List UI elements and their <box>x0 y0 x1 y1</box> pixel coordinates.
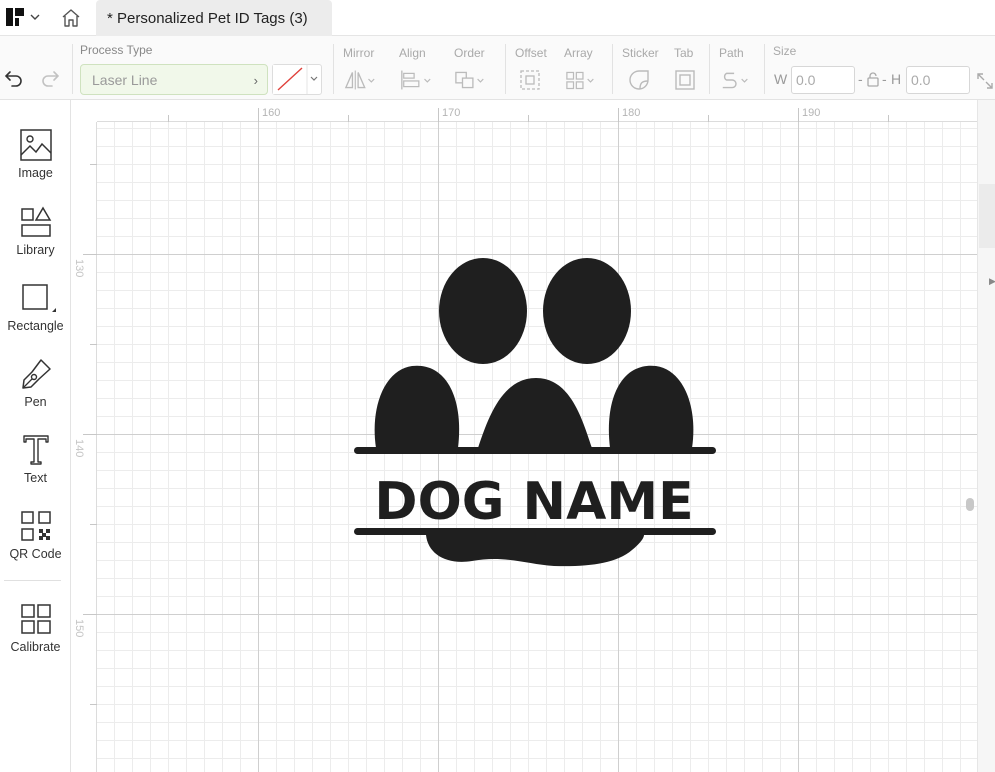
sticker-icon <box>629 70 649 90</box>
array-icon <box>566 71 594 90</box>
tab-document[interactable]: * Personalized Pet ID Tags (3) <box>96 0 332 36</box>
chevron-right-icon: › <box>253 73 258 88</box>
sidebar-item-label: Pen <box>24 395 47 409</box>
sidebar-divider <box>4 580 61 581</box>
sidebar-item-qr-code[interactable]: QR Code <box>0 509 71 579</box>
path-button[interactable] <box>719 68 753 92</box>
scroll-handle[interactable] <box>966 498 974 511</box>
design-canvas[interactable]: 160 170 180 190 130 140 150 DOG NAME ▶ <box>71 100 995 772</box>
width-letter: W <box>774 71 788 87</box>
undo-button[interactable] <box>2 68 36 92</box>
document-title: * Personalized Pet ID Tags (3) <box>107 9 308 27</box>
sidebar-item-label: Rectangle <box>7 319 64 333</box>
offset-label: Offset <box>515 46 547 60</box>
library-icon <box>20 206 51 237</box>
sidebar-item-label: Calibrate <box>10 640 61 654</box>
mirror-icon <box>344 70 375 90</box>
sidebar-item-calibrate[interactable]: Calibrate <box>0 602 71 672</box>
height-value: 0.0 <box>911 72 931 88</box>
toolbar: Process Type Laser Line › Mirror Align O… <box>0 36 995 100</box>
size-dash-left: - <box>858 71 863 87</box>
line-color-picker[interactable] <box>272 64 322 95</box>
calibrate-icon <box>20 604 51 634</box>
process-type-value: Laser Line <box>92 72 158 88</box>
align-label: Align <box>399 46 426 60</box>
pen-icon <box>21 359 51 389</box>
title-bar: * Personalized Pet ID Tags (3) <box>0 0 995 36</box>
order-label: Order <box>454 46 485 60</box>
sidebar-item-rectangle[interactable]: Rectangle <box>0 281 71 351</box>
ruler-tick-label: 170 <box>442 107 461 119</box>
home-button[interactable] <box>58 6 84 30</box>
ruler-left: 130 140 150 <box>71 100 97 772</box>
process-type-label: Process Type <box>80 43 153 57</box>
ruler-tick-label: 190 <box>802 107 821 119</box>
home-icon <box>62 9 80 27</box>
align-icon <box>401 70 431 90</box>
width-input[interactable]: 0.0 <box>791 66 855 94</box>
sidebar-item-label: Image <box>18 166 53 180</box>
app-logo-icon[interactable] <box>6 8 24 26</box>
mirror-button[interactable] <box>343 68 377 92</box>
sidebar-item-library[interactable]: Library <box>0 205 71 275</box>
order-icon <box>455 71 484 89</box>
dog-name-text: DOG NAME <box>374 472 693 532</box>
tab-label: Tab <box>674 46 694 60</box>
array-button[interactable] <box>565 68 599 92</box>
sidebar-item-text[interactable]: Text <box>0 433 71 503</box>
mirror-label: Mirror <box>343 46 375 60</box>
panel-expand-icon[interactable]: ▶ <box>989 276 995 287</box>
paw-design[interactable]: DOG NAME <box>354 258 716 568</box>
sidebar-item-label: Text <box>24 471 47 485</box>
text-icon <box>22 435 49 465</box>
image-icon <box>19 129 52 161</box>
ruler-tick-label: 140 <box>73 439 85 458</box>
align-button[interactable] <box>399 68 433 92</box>
array-label: Array <box>564 46 593 60</box>
ruler-tick-label: 160 <box>262 107 281 119</box>
undo-icon <box>4 71 22 87</box>
qr-code-icon <box>20 511 51 541</box>
redo-button[interactable] <box>38 68 72 92</box>
redo-icon <box>42 71 60 87</box>
size-dash-right: - <box>882 71 887 87</box>
lock-icon[interactable] <box>866 71 880 92</box>
scrollbar-thumb[interactable] <box>979 184 995 248</box>
height-letter: H <box>891 71 902 87</box>
chevron-down-icon[interactable] <box>28 10 42 24</box>
process-type-select[interactable]: Laser Line › <box>80 64 268 95</box>
offset-icon <box>520 70 540 90</box>
sticker-label: Sticker <box>622 46 659 60</box>
offset-button[interactable] <box>519 68 553 92</box>
ruler-tick-label: 150 <box>73 619 85 638</box>
path-label: Path <box>719 46 744 60</box>
size-label: Size <box>773 44 797 58</box>
sidebar-item-image[interactable]: Image <box>0 128 71 198</box>
ruler-tick-label: 130 <box>73 259 85 278</box>
path-icon <box>722 72 748 89</box>
left-sidebar: Image Library Rectangle Pen Text QR Code… <box>0 100 71 772</box>
width-value: 0.0 <box>796 72 816 88</box>
sidebar-item-pen[interactable]: Pen <box>0 357 71 427</box>
height-input[interactable]: 0.0 <box>906 66 970 94</box>
sidebar-item-label: QR Code <box>9 547 62 561</box>
tab-icon <box>675 70 695 90</box>
ruler-tick-label: 180 <box>622 107 641 119</box>
sticker-button[interactable] <box>628 68 662 92</box>
order-button[interactable] <box>454 68 488 92</box>
expand-icon[interactable] <box>976 72 994 95</box>
ruler-top: 160 170 180 190 <box>71 100 977 122</box>
rectangle-icon <box>21 284 56 312</box>
tab-button[interactable] <box>674 68 708 92</box>
sidebar-item-label: Library <box>16 243 55 257</box>
